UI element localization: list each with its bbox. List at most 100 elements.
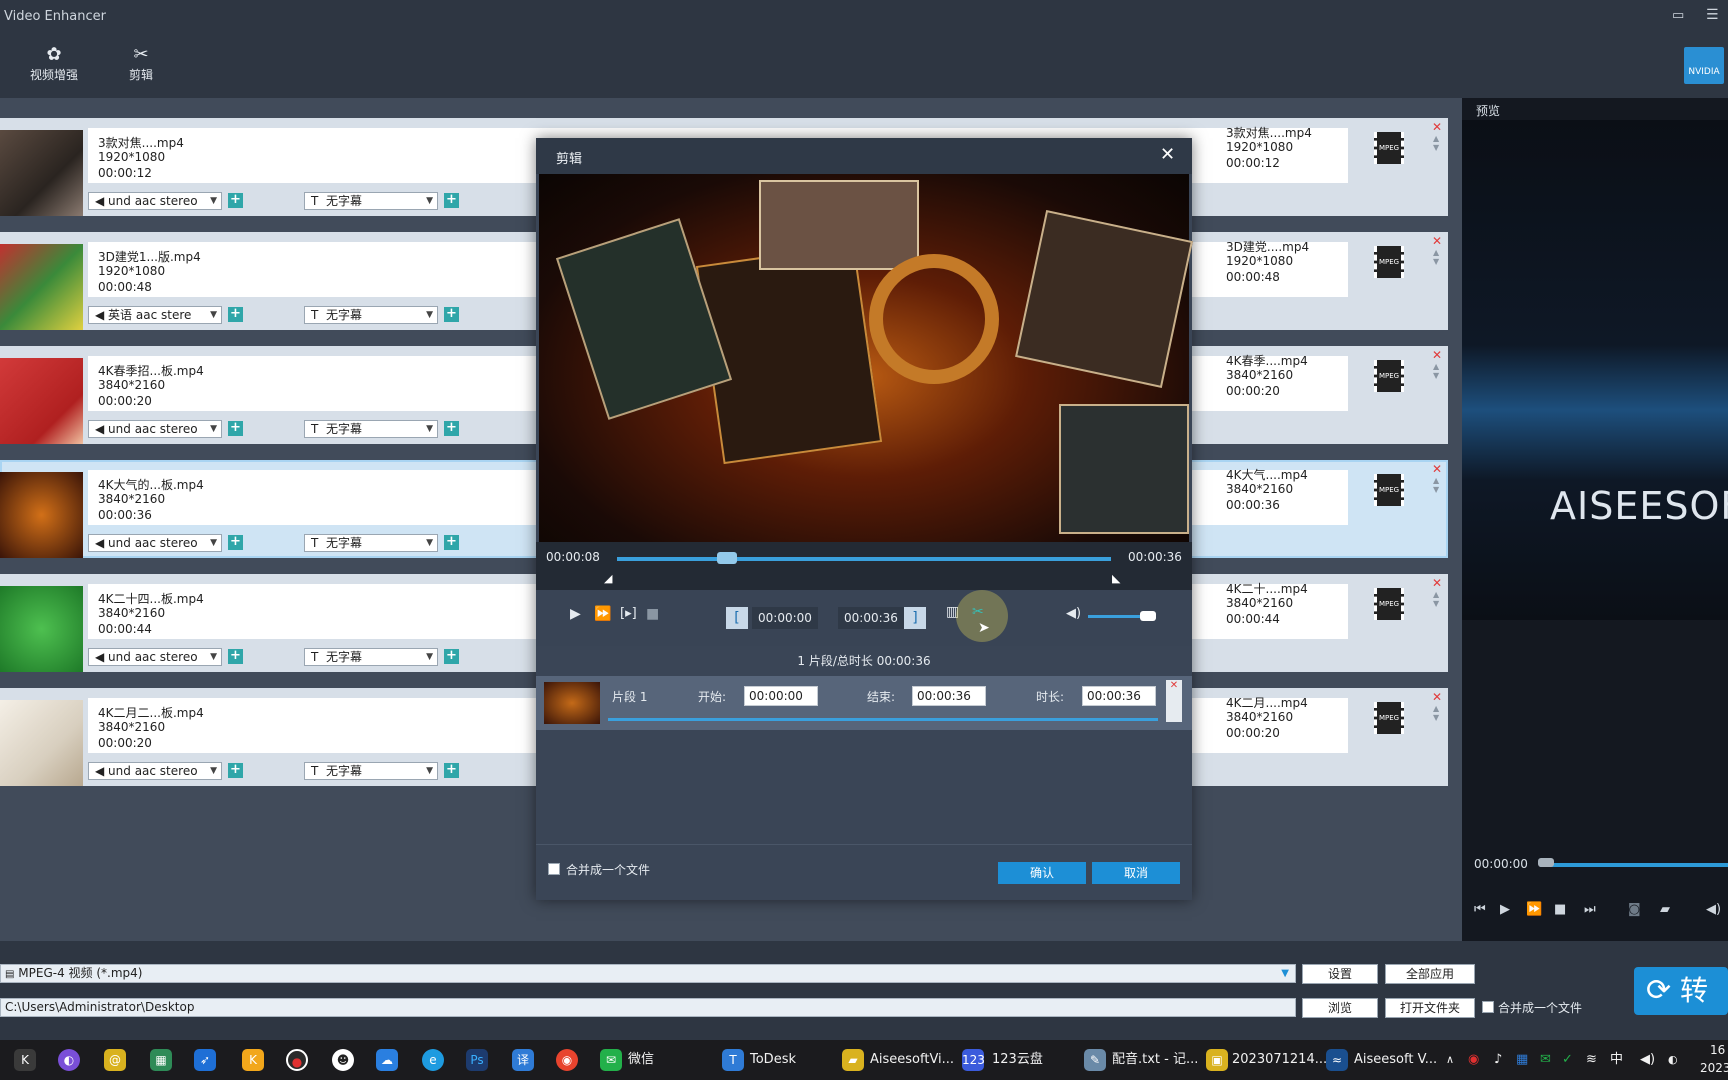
taskbar-item-aiseesoft[interactable]: Aiseesoft V... — [1354, 1048, 1437, 1072]
segment-row[interactable]: 片段 1 开始: 00:00:00 结束: 00:00:36 时长: 00:00… — [536, 676, 1192, 730]
reorder-arrows-icon[interactable]: ▲ ▼ — [1433, 134, 1439, 152]
add-audio-button[interactable]: + — [228, 307, 243, 322]
audio-track-select[interactable]: ◀ und aac stereo ▼ — [88, 762, 222, 780]
notepad-icon[interactable]: ✎ — [1084, 1049, 1106, 1071]
chrome-icon[interactable]: ◉ — [556, 1049, 578, 1071]
subtitle-select[interactable]: T 无字幕 ▼ — [304, 192, 438, 210]
settings-button[interactable]: 设置 — [1302, 964, 1378, 984]
folder-icon[interactable]: ▰ — [1660, 902, 1670, 917]
tray-record-icon[interactable]: ◉ — [1468, 1048, 1479, 1072]
set-start-icon[interactable]: [ — [726, 607, 748, 629]
convert-button[interactable]: ⟳ 转 — [1634, 967, 1728, 1015]
audio-track-select[interactable]: ◀ und aac stereo ▼ — [88, 648, 222, 666]
add-audio-button[interactable]: + — [228, 535, 243, 550]
reorder-arrows-icon[interactable]: ▲ ▼ — [1433, 476, 1439, 494]
taskbar-item-notepad[interactable]: 配音.txt - 记... — [1112, 1048, 1198, 1072]
menu-icon[interactable]: ☰ — [1706, 7, 1719, 23]
add-subtitle-button[interactable]: + — [444, 307, 459, 322]
photoshop-icon[interactable]: Ps — [466, 1049, 488, 1071]
merge-checkbox[interactable] — [1482, 1001, 1494, 1013]
tray-chevron-icon[interactable]: ∧ — [1446, 1048, 1454, 1072]
add-subtitle-button[interactable]: + — [444, 193, 459, 208]
taskbar-item-aiseesoft-folder[interactable]: AiseesoftVi... — [870, 1048, 954, 1072]
tray-grid-icon[interactable]: ▦ — [1516, 1048, 1528, 1072]
ok-button[interactable]: 确认 — [998, 862, 1086, 884]
segment-end-input[interactable]: 00:00:36 — [912, 686, 986, 706]
subtitle-select[interactable]: T 无字幕 ▼ — [304, 306, 438, 324]
remove-icon[interactable]: ✕ — [1432, 462, 1442, 476]
add-audio-button[interactable]: + — [228, 421, 243, 436]
snapshot-icon[interactable]: ◙ — [1628, 902, 1641, 917]
app-bird-icon[interactable]: ➶ — [194, 1049, 216, 1071]
enhance-tool-button[interactable]: ✿ 视频增强 — [28, 44, 80, 83]
timeline-track[interactable] — [617, 557, 1111, 561]
add-subtitle-button[interactable]: + — [444, 649, 459, 664]
output-format-icon[interactable]: MPEG — [1374, 588, 1404, 620]
app-chat-icon[interactable]: 译 — [512, 1049, 534, 1071]
format-select[interactable]: ▤ MPEG-4 视频 (*.mp4) ▼ — [0, 964, 1296, 983]
add-audio-button[interactable]: + — [228, 763, 243, 778]
todesk-icon[interactable]: T — [722, 1049, 744, 1071]
tray-app-icon[interactable]: ✓ — [1562, 1048, 1573, 1072]
subtitle-select[interactable]: T 无字幕 ▼ — [304, 648, 438, 666]
aiseesoft-icon[interactable]: ≈ — [1326, 1049, 1348, 1071]
cloud-123-icon[interactable]: 123 — [962, 1049, 985, 1071]
remove-icon[interactable]: ✕ — [1432, 576, 1442, 590]
play-icon[interactable]: ▶ — [1500, 902, 1510, 917]
apply-all-button[interactable]: 全部应用 — [1385, 964, 1475, 984]
output-format-icon[interactable]: MPEG — [1374, 132, 1404, 164]
preview-progress[interactable] — [1540, 863, 1728, 867]
audio-track-select[interactable]: ◀ und aac stereo ▼ — [88, 534, 222, 552]
output-format-icon[interactable]: MPEG — [1374, 474, 1404, 506]
tray-user-icon[interactable]: ◐ — [1668, 1048, 1678, 1072]
subtitle-select[interactable]: T 无字幕 ▼ — [304, 420, 438, 438]
cancel-button[interactable]: 取消 — [1092, 862, 1180, 884]
add-audio-button[interactable]: + — [228, 193, 243, 208]
split-segment-icon[interactable]: ✂ — [972, 604, 984, 620]
audio-track-select[interactable]: ◀ und aac stereo ▼ — [88, 420, 222, 438]
app-k2-icon[interactable]: K — [242, 1049, 264, 1071]
set-end-icon[interactable]: ] — [904, 607, 926, 629]
taskbar-item-todesk[interactable]: ToDesk — [750, 1048, 796, 1072]
tray-wechat-icon[interactable]: ✉ — [1540, 1048, 1551, 1072]
trim-end-marker[interactable]: ◣ — [1112, 572, 1120, 585]
frame-step-icon[interactable]: [▸] — [620, 606, 637, 621]
record-icon[interactable]: ● — [286, 1049, 308, 1071]
feedback-icon[interactable]: ▭ — [1672, 8, 1684, 23]
app-purple-icon[interactable]: ◐ — [58, 1049, 80, 1071]
trim-start-marker[interactable]: ◢ — [604, 572, 612, 585]
app-mail-icon[interactable]: @ — [104, 1049, 126, 1071]
clock-date[interactable]: 2023 — [1700, 1061, 1728, 1075]
taskbar-item-wechat[interactable]: 微信 — [628, 1048, 654, 1072]
browse-button[interactable]: 浏览 — [1302, 998, 1378, 1018]
subtitle-select[interactable]: T 无字幕 ▼ — [304, 534, 438, 552]
fast-forward-icon[interactable]: ⏩ — [1526, 902, 1542, 917]
subtitle-select[interactable]: T 无字幕 ▼ — [304, 762, 438, 780]
add-audio-button[interactable]: + — [228, 649, 243, 664]
stop-icon[interactable]: ■ — [646, 606, 659, 622]
volume-slider[interactable] — [1088, 615, 1148, 618]
play-icon[interactable]: ▶ — [570, 606, 581, 622]
tray-wifi-icon[interactable]: ≋ — [1586, 1048, 1597, 1072]
app-sheet-icon[interactable]: ▦ — [150, 1049, 172, 1071]
tray-mic-icon[interactable]: ♪ — [1494, 1048, 1502, 1072]
reorder-arrows-icon[interactable]: ▲ ▼ — [1433, 590, 1439, 608]
merge-checkbox[interactable] — [548, 863, 560, 875]
volume-icon[interactable]: ◀) — [1706, 902, 1721, 917]
preview-progress-handle[interactable] — [1538, 858, 1554, 867]
output-format-icon[interactable]: MPEG — [1374, 360, 1404, 392]
stop-icon[interactable]: ■ — [1554, 902, 1566, 917]
audio-track-select[interactable]: ◀ und aac stereo ▼ — [88, 192, 222, 210]
volume-handle[interactable] — [1140, 611, 1156, 621]
volume-icon[interactable]: ◀) — [1066, 606, 1081, 621]
remove-icon[interactable]: ✕ — [1432, 234, 1442, 248]
remove-icon[interactable]: ✕ — [1432, 690, 1442, 704]
timeline-handle[interactable] — [717, 552, 737, 564]
segment-remove-icon[interactable]: ✕ — [1166, 680, 1182, 722]
add-subtitle-button[interactable]: + — [444, 763, 459, 778]
output-format-icon[interactable]: MPEG — [1374, 246, 1404, 278]
image-icon[interactable]: ▣ — [1206, 1049, 1228, 1071]
reorder-arrows-icon[interactable]: ▲ ▼ — [1433, 704, 1439, 722]
remove-icon[interactable]: ✕ — [1432, 120, 1442, 134]
segment-duration-input[interactable]: 00:00:36 — [1082, 686, 1156, 706]
